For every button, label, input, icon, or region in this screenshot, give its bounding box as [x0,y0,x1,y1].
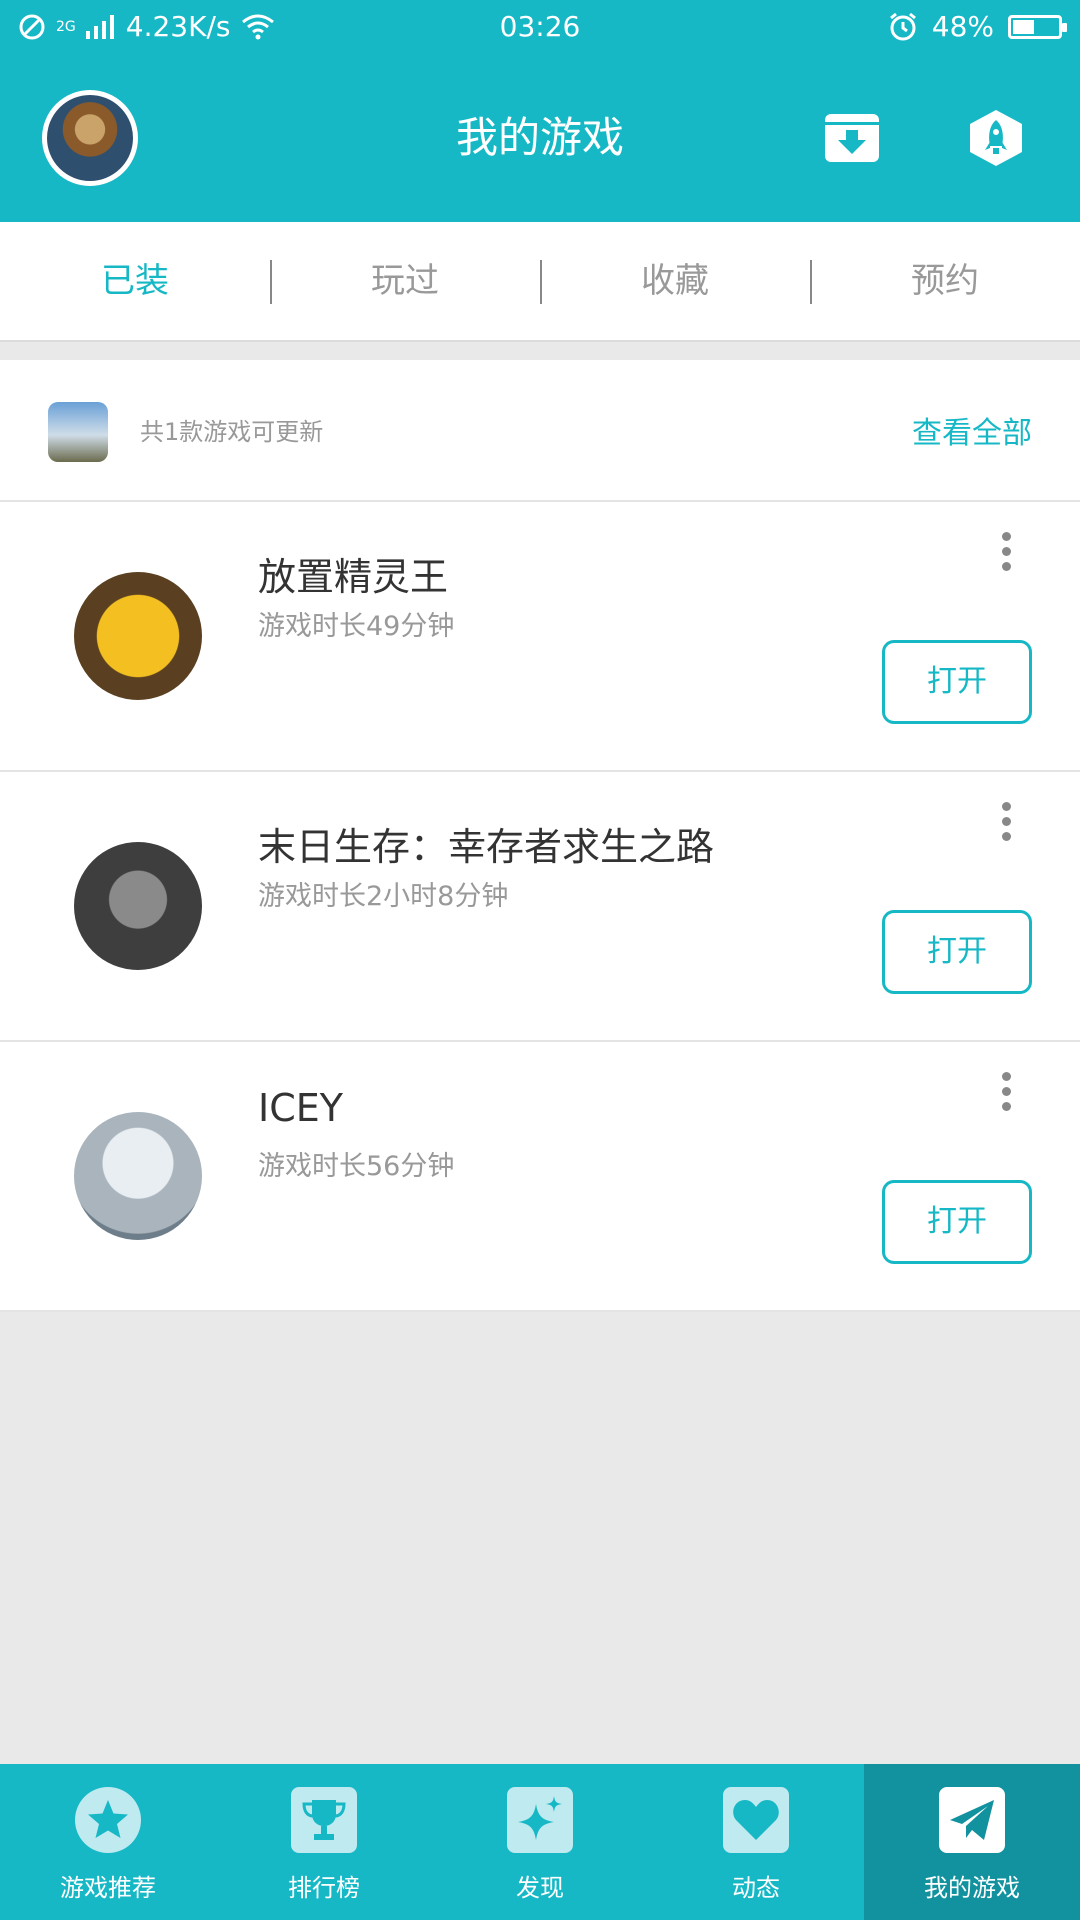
more-options-icon[interactable] [994,532,1018,582]
update-count-text: 共1款游戏可更新 [140,418,324,446]
battery-level [1013,19,1034,34]
status-bar: 2G 4.23K/s 03:26 48% [0,0,1080,56]
nav-label: 游戏推荐 [60,1874,156,1902]
open-button[interactable]: 打开 [882,910,1032,994]
nav-item-discover[interactable]: 发现 [432,1764,648,1920]
nav-label: 发现 [516,1874,564,1902]
nav-label: 排行榜 [288,1874,360,1902]
game-icon [74,1112,202,1240]
tab-favorites[interactable]: 收藏 [540,222,810,340]
tab-played[interactable]: 玩过 [270,222,540,340]
page-title: 我的游戏 [455,113,624,162]
nav-label: 动态 [732,1874,780,1902]
open-button[interactable]: 打开 [882,1180,1032,1264]
game-name: 放置精灵王 [258,555,449,599]
battery-percent: 48% [931,10,994,43]
game-name: ICEY [258,1086,343,1130]
speed-boost-button[interactable] [966,108,1026,168]
nav-item-recommended[interactable]: 游戏推荐 [0,1764,216,1920]
game-playtime: 游戏时长49分钟 [258,611,455,642]
download-manager-button[interactable] [822,108,882,168]
bottom-nav: 游戏推荐 排行榜 发现 动态 我的游戏 [0,1764,1080,1920]
game-icon [74,842,202,970]
game-update-thumbnail [48,402,108,462]
star-icon [75,1787,141,1853]
view-all-link[interactable]: 查看全部 [912,408,1032,452]
trophy-icon [291,1787,357,1853]
game-name: 末日生存：幸存者求生之路 [258,825,715,869]
more-options-icon[interactable] [994,1072,1018,1122]
more-options-icon[interactable] [994,802,1018,852]
game-tabs: 已装 玩过 收藏 预约 [0,222,1080,342]
paper-plane-icon [939,1787,1005,1853]
game-playtime: 游戏时长2小时8分钟 [258,881,509,912]
update-banner[interactable]: 共1款游戏可更新 查看全部 [0,360,1080,502]
app-header: 我的游戏 [0,56,1080,222]
rocket-icon [970,110,1022,166]
heart-icon [723,1787,789,1853]
open-button[interactable]: 打开 [882,640,1032,724]
list-item[interactable]: ICEY 游戏时长56分钟 打开 [0,1042,1080,1312]
game-icon [74,572,202,700]
game-playtime: 游戏时长56分钟 [258,1151,455,1182]
nav-item-activity[interactable]: 动态 [648,1764,864,1920]
battery-icon [1008,14,1067,39]
nav-label: 我的游戏 [924,1874,1020,1902]
tab-installed[interactable]: 已装 [0,222,270,340]
nav-item-my-games[interactable]: 我的游戏 [864,1764,1080,1920]
list-item[interactable]: 末日生存：幸存者求生之路 游戏时长2小时8分钟 打开 [0,772,1080,1042]
alarm-icon [889,12,916,40]
tab-reservations[interactable]: 预约 [810,222,1080,340]
download-box-icon [825,114,879,162]
sparkle-icon [507,1787,573,1853]
list-item[interactable]: 放置精灵王 游戏时长49分钟 打开 [0,502,1080,772]
nav-item-rankings[interactable]: 排行榜 [216,1764,432,1920]
